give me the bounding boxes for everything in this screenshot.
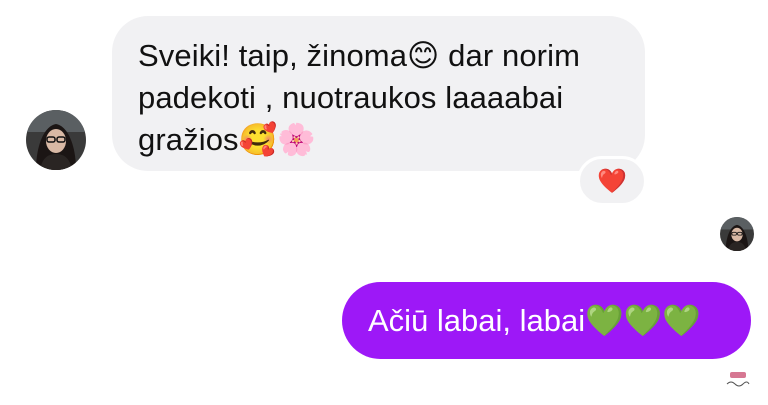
outgoing-message-bubble[interactable]: Ačiū labai, labai💚💚💚: [342, 282, 751, 359]
seen-receipt-avatar: [720, 217, 754, 251]
message-line: Sveiki! taip, žinoma😊 dar norim: [138, 38, 581, 73]
incoming-message-bubble[interactable]: Sveiki! taip, žinoma😊 dar norim padekoti…: [112, 16, 645, 171]
avatar-photo-icon: [26, 110, 86, 170]
message-line: padekoti , nuotraukos laaaabai: [138, 80, 564, 115]
heart-icon: ❤️: [597, 167, 627, 195]
chat-view: Sveiki! taip, žinoma😊 dar norim padekoti…: [0, 0, 768, 405]
logo-watermark-icon: [724, 370, 752, 390]
avatar-photo-icon: [720, 217, 754, 251]
message-text: Ačiū labai, labai💚💚💚: [368, 303, 701, 338]
heart-reaction[interactable]: ❤️: [577, 156, 647, 206]
sender-avatar[interactable]: [26, 110, 86, 170]
message-line: gražios🥰🌸: [138, 122, 317, 157]
